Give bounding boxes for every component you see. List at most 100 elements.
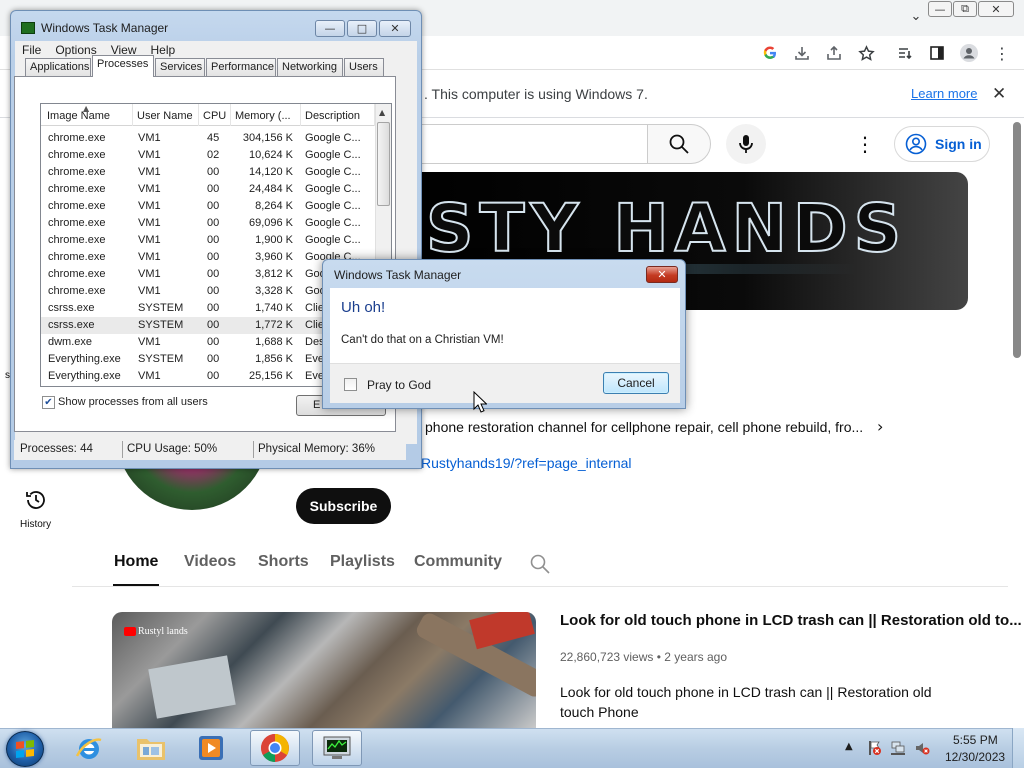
history-icon[interactable]	[24, 488, 48, 512]
process-list-scroll-thumb[interactable]	[377, 122, 390, 206]
tab-videos[interactable]: Videos	[184, 553, 236, 571]
column-user-name[interactable]: User Name	[133, 104, 199, 126]
cell-user-name: VM1	[138, 251, 161, 263]
pray-to-god-label[interactable]: Pray to God	[367, 378, 431, 392]
youtube-search-button[interactable]	[647, 124, 711, 164]
tab-shorts[interactable]: Shorts	[258, 553, 309, 571]
scroll-up-icon[interactable]: ▲	[379, 108, 385, 117]
profile-icon[interactable]	[960, 44, 978, 62]
process-row[interactable]: chrome.exe VM1 00 69,096 K Google C...	[41, 215, 375, 232]
dialog-footer: Pray to God Cancel	[330, 363, 680, 403]
tm-maximize-button[interactable]: □	[347, 20, 377, 37]
taskbar-internet-explorer[interactable]	[64, 730, 114, 766]
process-row[interactable]: chrome.exe VM1 00 8,264 K Google C...	[41, 198, 375, 215]
pray-to-god-checkbox[interactable]	[344, 378, 357, 391]
process-row[interactable]: chrome.exe VM1 45 304,156 K Google C...	[41, 130, 375, 147]
cancel-button[interactable]: Cancel	[603, 372, 669, 394]
tab-search-dropdown[interactable]: ⌄	[904, 8, 928, 24]
show-hidden-icons[interactable]: ▲	[845, 741, 853, 752]
process-row[interactable]: chrome.exe VM1 00 1,900 K Google C...	[41, 232, 375, 249]
youtube-search-input[interactable]	[416, 124, 648, 164]
tab-performance[interactable]: Performance	[206, 58, 276, 76]
cell-cpu: 00	[207, 200, 220, 212]
tab-users[interactable]: Users	[344, 58, 384, 76]
cell-description: Google C...	[305, 166, 361, 178]
bookmark-star-icon[interactable]	[857, 44, 875, 62]
share-icon[interactable]	[825, 44, 843, 62]
chrome-menu-icon[interactable]: ⋮	[993, 44, 1011, 63]
network-icon[interactable]	[890, 740, 906, 756]
minimize-button[interactable]: —	[928, 1, 952, 17]
windows-logo-icon	[16, 740, 34, 758]
cell-description: Google C...	[305, 234, 361, 246]
channel-link[interactable]: Rustyhands19/?ref=page_internal	[421, 455, 632, 471]
cell-cpu: 00	[207, 302, 220, 314]
tab-applications[interactable]: Applications	[25, 58, 91, 76]
cell-description: Google C...	[305, 217, 361, 229]
status-memory: Physical Memory: 36%	[258, 443, 375, 455]
voice-search-button[interactable]	[726, 124, 766, 164]
video-description: Look for old touch phone in LCD trash ca…	[560, 684, 932, 720]
google-icon[interactable]	[761, 44, 779, 62]
cell-user-name: VM1	[138, 166, 161, 178]
subscribe-button[interactable]: Subscribe	[296, 488, 391, 524]
banner-title: STY HANDS	[425, 189, 908, 268]
media-player-icon	[199, 736, 223, 760]
show-desktop-button[interactable]	[1012, 728, 1024, 768]
page-scrollbar-thumb[interactable]	[1013, 122, 1021, 358]
infobar-close-icon[interactable]: ✕	[992, 84, 1006, 104]
restore-button[interactable]: ⧉	[953, 1, 977, 17]
video-thumbnail[interactable]: Rustyl lands	[112, 612, 536, 728]
column-description[interactable]: Description	[301, 104, 375, 126]
volume-muted-icon[interactable]	[914, 740, 930, 756]
youtube-settings-icon[interactable]: ⋮	[855, 130, 875, 158]
flag-quadrant	[26, 740, 34, 748]
channel-description[interactable]: phone restoration channel for cellphone …	[425, 419, 863, 435]
history-label[interactable]: History	[20, 519, 51, 530]
cell-user-name: VM1	[138, 217, 161, 229]
download-icon[interactable]	[793, 44, 811, 62]
side-panel-icon[interactable]	[928, 44, 946, 62]
close-button[interactable]: ✕	[978, 1, 1014, 17]
taskbar-media-player[interactable]	[186, 730, 236, 766]
tab-community[interactable]: Community	[414, 553, 502, 571]
chevron-right-icon[interactable]: ›	[877, 417, 883, 436]
clock-date[interactable]: 12/30/2023	[945, 750, 1005, 764]
account-icon	[905, 133, 927, 155]
tab-home[interactable]: Home	[114, 553, 158, 571]
cell-description: Google C...	[305, 200, 361, 212]
taskbar-task-manager[interactable]	[312, 730, 362, 766]
dialog-close-button[interactable]: ✕	[646, 266, 678, 283]
tab-processes[interactable]: Processes	[92, 55, 154, 77]
show-all-users-label[interactable]: Show processes from all users	[58, 396, 208, 408]
taskbar-chrome[interactable]	[250, 730, 300, 766]
taskbar-explorer[interactable]	[126, 730, 176, 766]
chrome-icon	[261, 734, 289, 762]
clock-time[interactable]: 5:55 PM	[953, 733, 998, 747]
show-all-users-checkbox[interactable]: ✔	[42, 396, 55, 409]
cell-user-name: VM1	[138, 285, 161, 297]
tm-close-button[interactable]: ✕	[379, 20, 411, 37]
tab-services[interactable]: Services	[155, 58, 205, 76]
cell-user-name: VM1	[138, 268, 161, 280]
process-row[interactable]: chrome.exe VM1 00 24,484 K Google C...	[41, 181, 375, 198]
cell-user-name: SYSTEM	[138, 302, 184, 314]
view-count: 22,860,723 views	[560, 650, 654, 664]
video-title[interactable]: Look for old touch phone in LCD trash ca…	[560, 612, 1022, 629]
process-row[interactable]: chrome.exe VM1 00 14,120 K Google C...	[41, 164, 375, 181]
reading-list-icon[interactable]	[896, 44, 914, 62]
column-memory[interactable]: Memory (...	[231, 104, 301, 126]
error-dialog[interactable]: Windows Task Manager ✕ Uh oh! Can't do t…	[322, 259, 686, 409]
sign-in-button[interactable]: Sign in	[894, 126, 990, 162]
tab-playlists[interactable]: Playlists	[330, 553, 395, 571]
process-row[interactable]: chrome.exe VM1 02 10,624 K Google C...	[41, 147, 375, 164]
channel-search-icon[interactable]	[529, 553, 551, 575]
cell-memory: 3,328 K	[255, 285, 293, 297]
thumbnail-detail	[469, 612, 535, 650]
tab-networking[interactable]: Networking	[277, 58, 343, 76]
tm-minimize-button[interactable]: —	[315, 20, 345, 37]
learn-more-link[interactable]: Learn more	[911, 86, 977, 101]
column-cpu[interactable]: CPU	[199, 104, 231, 126]
action-center-icon[interactable]	[866, 740, 882, 756]
cell-image-name: chrome.exe	[48, 217, 106, 229]
